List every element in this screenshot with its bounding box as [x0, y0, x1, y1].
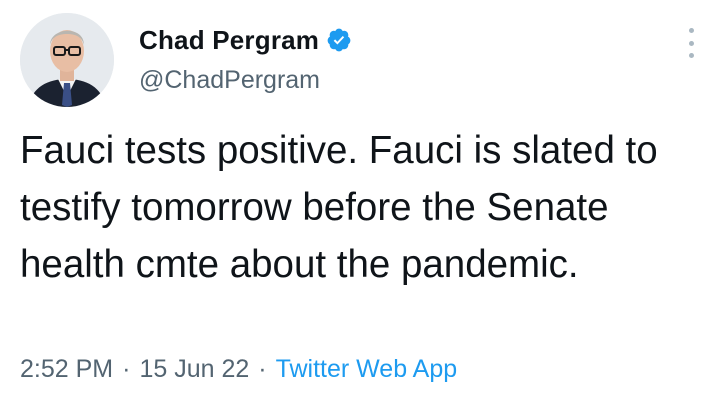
more-dot [688, 40, 694, 46]
avatar[interactable] [20, 13, 114, 107]
tweet-date[interactable]: 15 Jun 22 [139, 355, 249, 384]
tweet-source-link[interactable]: Twitter Web App [276, 355, 458, 384]
tweet-meta: 2:52 PM · 15 Jun 22 · Twitter Web App [20, 355, 457, 384]
verified-badge-icon [326, 27, 352, 53]
tweet-text: Fauci tests positive. Fauci is slated to… [20, 129, 669, 286]
author-name-row: Chad Pergram [139, 24, 352, 56]
more-dot [688, 28, 694, 33]
meta-separator: · [122, 355, 131, 383]
author-display-name[interactable]: Chad Pergram [139, 25, 319, 56]
avatar-photo [20, 13, 114, 107]
meta-separator: · [258, 355, 267, 383]
tweet-time[interactable]: 2:52 PM [20, 355, 113, 384]
author-handle[interactable]: @ChadPergram [139, 66, 320, 95]
more-dot [688, 53, 694, 58]
more-options-icon[interactable] [684, 28, 698, 58]
tweet-card: Chad Pergram @ChadPergram Fauci tests po… [0, 0, 720, 400]
